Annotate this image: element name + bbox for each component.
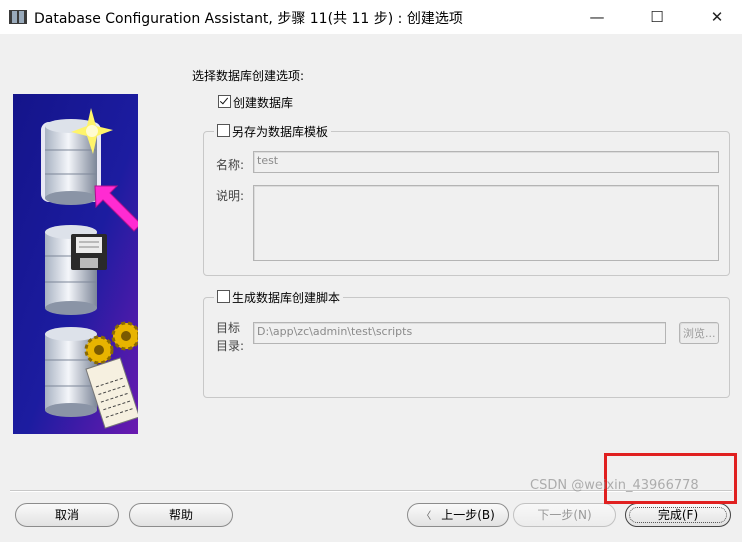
dialog-content: 选择数据库创建选项: 创建数据库 另存为数据库模板 名称: test 说明: 生… (0, 34, 742, 542)
back-button-label: 上一步(B) (441, 508, 495, 522)
template-description-field[interactable] (253, 185, 719, 261)
maximize-icon[interactable]: ☐ (634, 0, 680, 34)
generate-scripts-group (203, 297, 730, 398)
template-name-field[interactable]: test (253, 151, 719, 173)
target-dir-label-line1: 目标 (216, 321, 241, 335)
target-dir-field[interactable]: D:\app\zc\admin\test\scripts (253, 322, 666, 344)
browse-button[interactable]: 浏览... (679, 322, 719, 344)
checkbox-unchecked-icon[interactable] (217, 124, 230, 137)
database-illustration (13, 94, 138, 434)
chevron-left-icon: 〈 (421, 511, 432, 522)
target-dir-label-line2: 目录: (216, 339, 245, 353)
options-heading: 选择数据库创建选项: (192, 69, 305, 83)
close-icon[interactable]: ✕ (694, 0, 740, 34)
save-template-checkbox[interactable]: 另存为数据库模板 (214, 123, 332, 140)
focus-ring (629, 507, 727, 523)
template-name-label: 名称: (216, 158, 245, 172)
database-app-icon (9, 10, 27, 24)
checkbox-unchecked-icon[interactable] (217, 290, 230, 303)
finish-button[interactable]: 完成(F) (625, 503, 731, 527)
create-database-checkbox[interactable]: 创建数据库 (218, 94, 293, 111)
back-button[interactable]: 〈上一步(B) (407, 503, 509, 527)
template-description-label: 说明: (216, 189, 245, 203)
generate-scripts-label: 生成数据库创建脚本 (232, 291, 341, 305)
window-title: Database Configuration Assistant, 步骤 11(… (34, 11, 463, 27)
watermark-text: CSDN @weixin_43966778 (530, 478, 699, 493)
save-template-label: 另存为数据库模板 (232, 125, 329, 139)
help-button[interactable]: 帮助 (129, 503, 233, 527)
create-database-label: 创建数据库 (233, 96, 294, 110)
checkbox-checked-icon[interactable] (218, 95, 231, 108)
minimize-icon[interactable]: — (574, 0, 620, 34)
title-bar: Database Configuration Assistant, 步骤 11(… (0, 0, 742, 34)
generate-scripts-checkbox[interactable]: 生成数据库创建脚本 (214, 289, 344, 306)
next-button[interactable]: 下一步(N) (513, 503, 616, 527)
cancel-button[interactable]: 取消 (15, 503, 119, 527)
